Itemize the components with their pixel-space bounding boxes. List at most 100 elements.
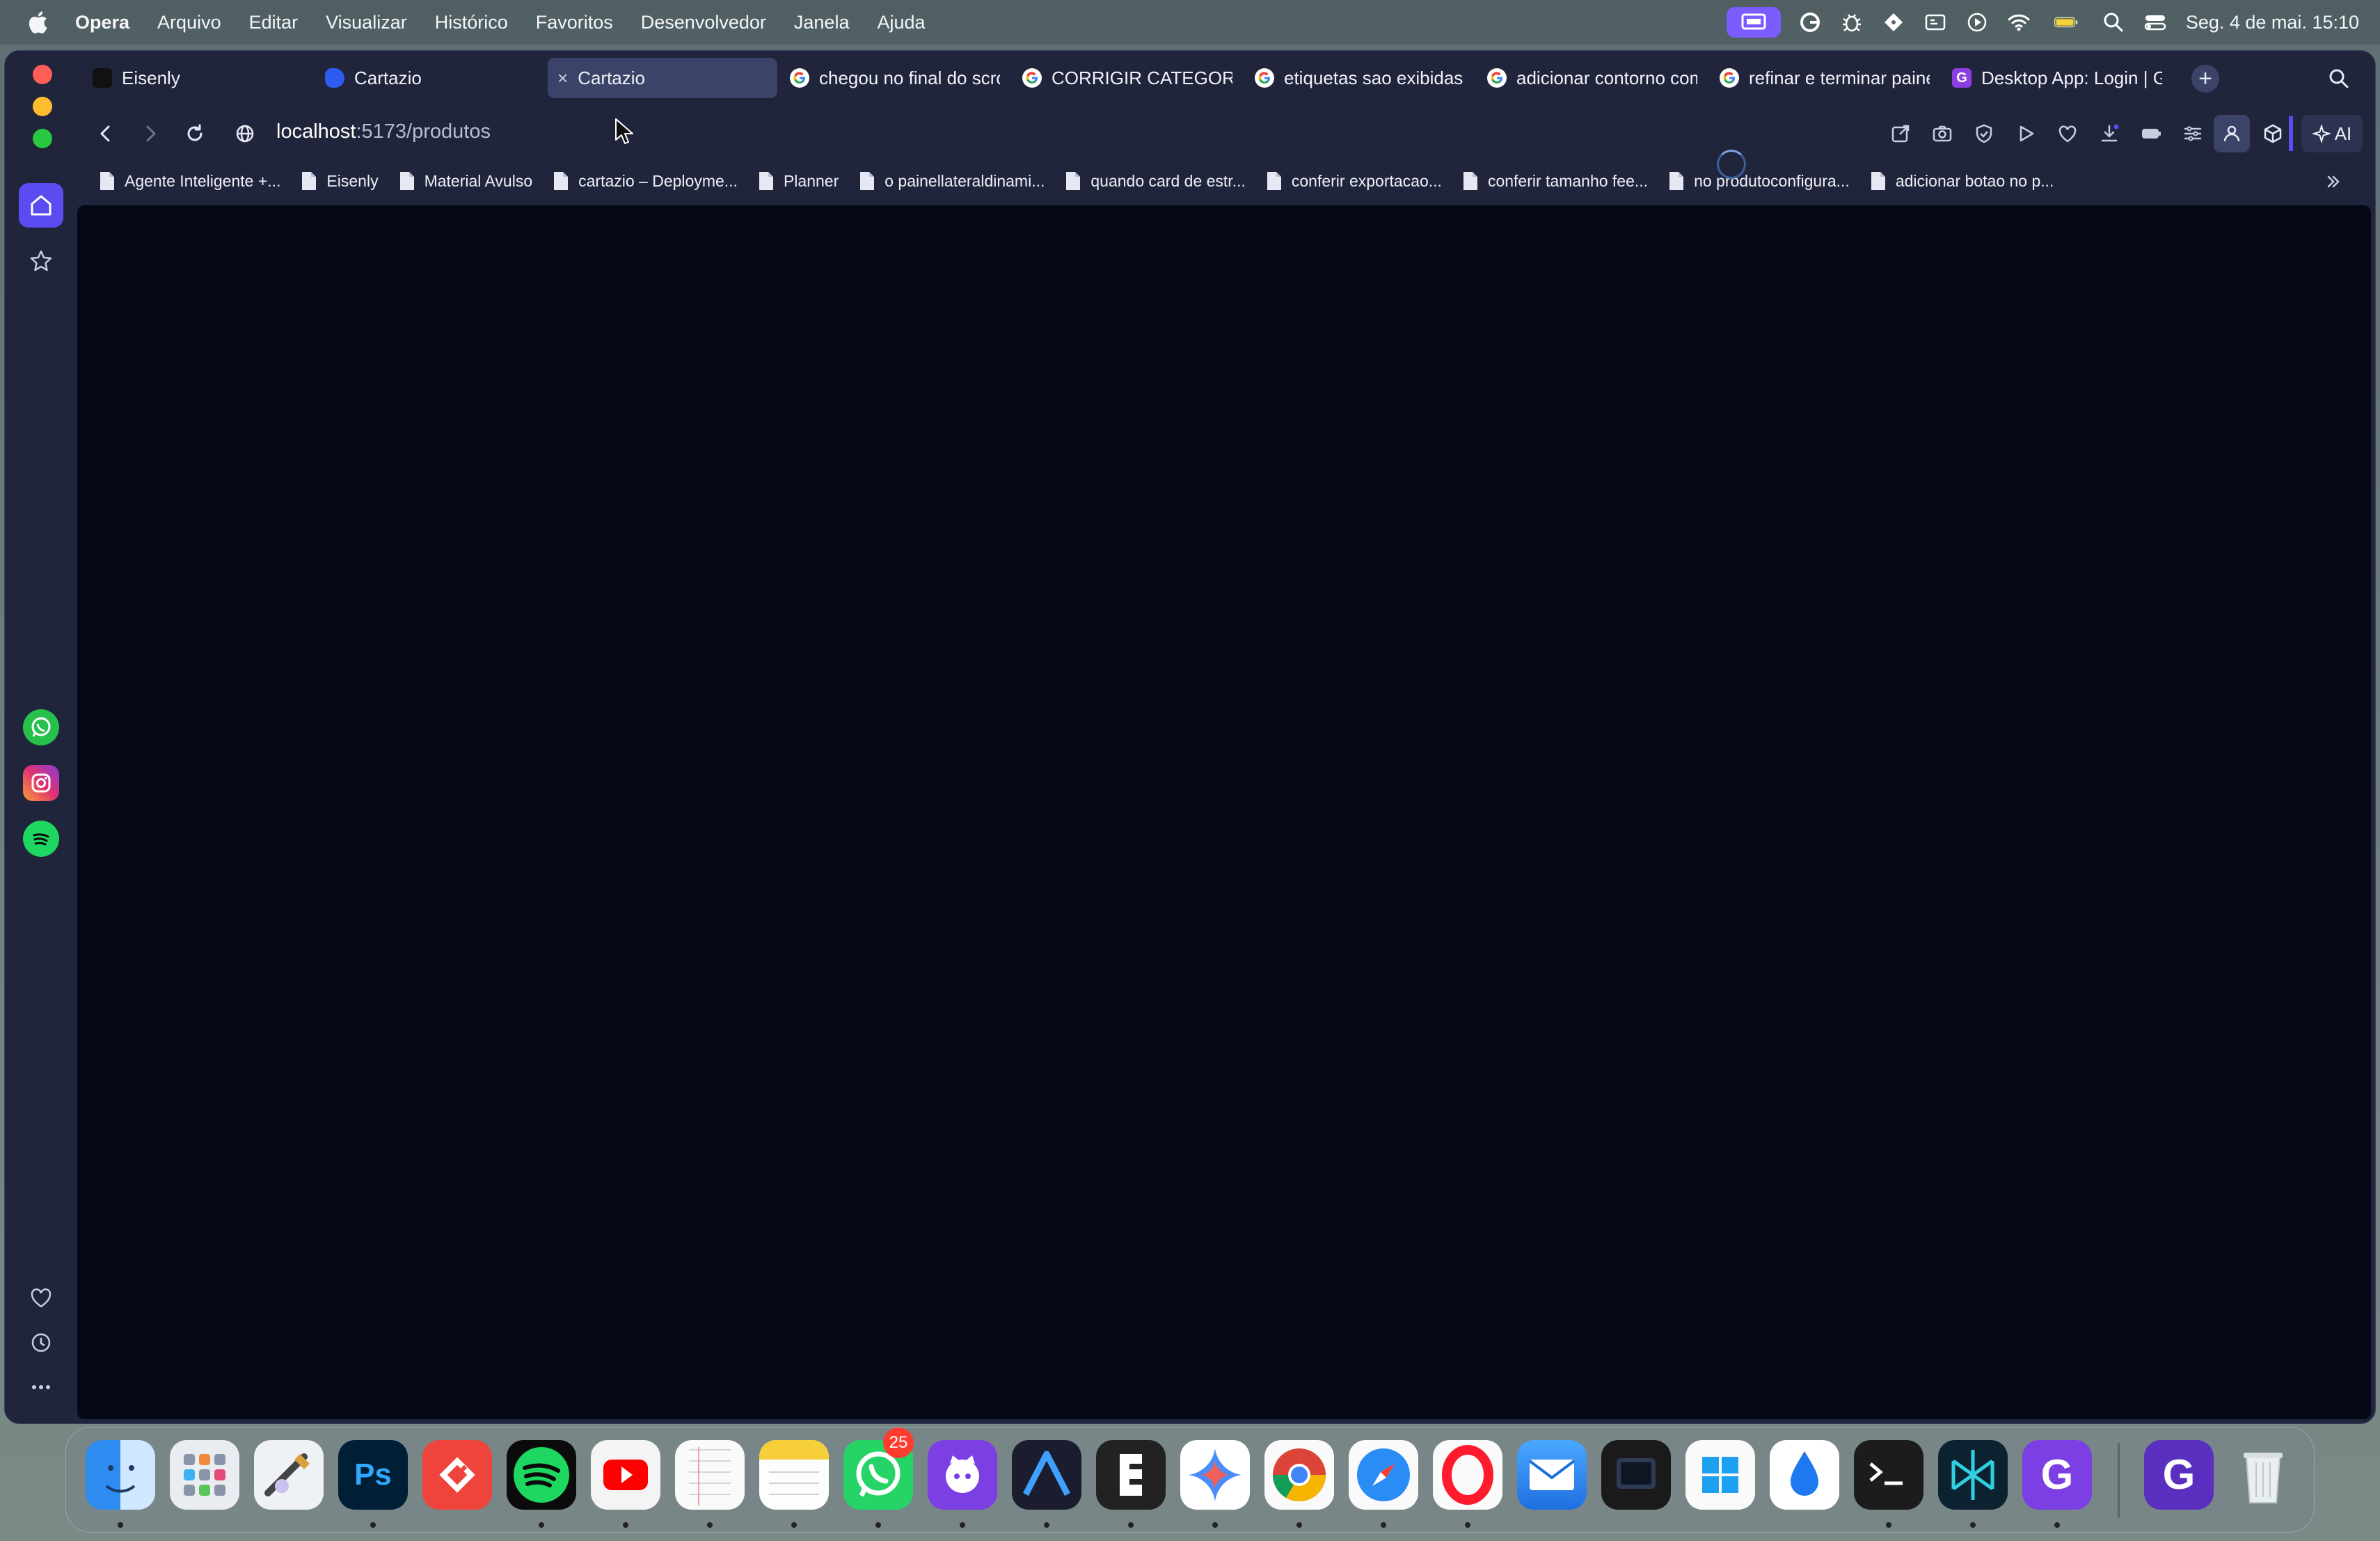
dock-rocket-typist-icon[interactable] — [254, 1440, 324, 1510]
bookmark-item[interactable]: Material Avulso — [399, 171, 532, 191]
menu-editar[interactable]: Editar — [235, 12, 312, 33]
dock-windows-app-icon[interactable] — [1685, 1440, 1755, 1510]
sidebar-spotify-button[interactable] — [23, 821, 59, 857]
site-info-button[interactable] — [226, 115, 264, 152]
dock-terminal-icon[interactable] — [1854, 1440, 1923, 1510]
player-button[interactable] — [2005, 115, 2047, 152]
easy-setup-button[interactable] — [2172, 115, 2214, 152]
url-field[interactable]: localhost:5173/produtos — [276, 120, 491, 143]
battery-icon[interactable] — [2040, 0, 2093, 45]
dock-finder-icon[interactable] — [86, 1440, 155, 1510]
battery-saver-button[interactable] — [2130, 115, 2172, 152]
bookmark-item[interactable]: conferir tamanho fee... — [1463, 171, 1648, 191]
bookmark-item[interactable]: o painellateraldinami... — [859, 171, 1045, 191]
aria-ai-button[interactable]: AI — [2301, 115, 2363, 152]
bookmark-item[interactable]: Agente Inteligente +... — [100, 171, 280, 191]
bookmark-item[interactable]: Eisenly — [301, 171, 379, 191]
bookmark-item[interactable]: quando card de estr... — [1065, 171, 1246, 191]
tab-search-button[interactable] — [2324, 63, 2354, 94]
window-zoom-button[interactable] — [33, 129, 52, 148]
window-minimize-button[interactable] — [33, 97, 52, 116]
tab-adicionar-contorno[interactable]: adicionar contorno com — [1477, 58, 1707, 98]
bookmark-item[interactable]: Planner — [759, 171, 839, 191]
menu-visualizar[interactable]: Visualizar — [312, 12, 421, 33]
tab-refinar-painel[interactable]: refinar e terminar painell — [1710, 58, 1939, 98]
profile-button[interactable] — [2214, 115, 2250, 152]
menu-favoritos[interactable]: Favoritos — [522, 12, 627, 33]
tag-icon[interactable] — [1873, 0, 1914, 45]
dock-perplexity-icon[interactable] — [1938, 1440, 2008, 1510]
bookmark-label: Eisenly — [326, 171, 379, 190]
menu-ajuda[interactable]: Ajuda — [863, 12, 939, 33]
dock-glif-icon[interactable]: G — [2022, 1440, 2092, 1510]
sidebar-history-button[interactable] — [19, 1320, 63, 1365]
dock-safari-icon[interactable] — [1349, 1440, 1418, 1510]
downloads-button[interactable] — [2088, 115, 2130, 152]
menu-desenvolvedor[interactable]: Desenvolvedor — [627, 12, 780, 33]
sidebar-favorites-button[interactable] — [19, 1276, 63, 1320]
sidebar-whatsapp-button[interactable] — [23, 709, 59, 745]
screen-mirroring-icon[interactable] — [1726, 7, 1781, 38]
bookmark-item[interactable]: cartazio – Deployme... — [553, 171, 738, 191]
apple-menu-icon[interactable] — [0, 10, 75, 34]
sidebar-home-button[interactable] — [19, 183, 63, 228]
bug-icon[interactable] — [1831, 0, 1873, 45]
reload-button[interactable] — [176, 115, 214, 152]
tab-label: Desktop App: Login | Gli — [1981, 67, 2162, 88]
dock-capcut-icon[interactable] — [1096, 1440, 1166, 1510]
grammarly-icon[interactable] — [1789, 0, 1831, 45]
sidebar-more-button[interactable] — [19, 1365, 63, 1409]
dock-notes-icon[interactable] — [759, 1440, 829, 1510]
dock-affinity-icon[interactable] — [1012, 1440, 1081, 1510]
dock-glif-alt-icon[interactable]: G — [2144, 1440, 2214, 1510]
menu-arquivo[interactable]: Arquivo — [143, 12, 235, 33]
dock-spotify-icon[interactable] — [507, 1440, 576, 1510]
ad-blocker-button[interactable] — [1963, 115, 2005, 152]
window-close-button[interactable] — [33, 65, 52, 84]
tab-etiquetas[interactable]: etiquetas sao exibidas c — [1245, 58, 1475, 98]
tab-close-icon[interactable]: × — [557, 68, 568, 89]
tab-cartazio-active[interactable]: × Cartazio — [548, 58, 777, 98]
dock-drop-icon[interactable] — [1770, 1440, 1839, 1510]
tab-desktop-app-login[interactable]: G Desktop App: Login | Gli — [1942, 58, 2172, 98]
sidebar-instagram-button[interactable] — [23, 765, 59, 801]
dock-mail-icon[interactable] — [1517, 1440, 1587, 1510]
bookmark-item[interactable]: no produtoconfigura... — [1669, 171, 1850, 191]
snapshot-button[interactable] — [1921, 115, 1963, 152]
menu-app-opera[interactable]: Opera — [75, 12, 143, 33]
tab-cartazio[interactable]: Cartazio — [315, 58, 545, 98]
dock-trash-icon[interactable] — [2228, 1440, 2298, 1510]
display-icon[interactable] — [1914, 0, 1956, 45]
back-button[interactable] — [87, 115, 125, 152]
dock-youtube-icon[interactable] — [591, 1440, 660, 1510]
dock-opera-icon[interactable] — [1433, 1440, 1502, 1510]
dock-chrome-icon[interactable] — [1264, 1440, 1334, 1510]
send-to-button[interactable] — [1880, 115, 1921, 152]
menu-historico[interactable]: Histórico — [421, 12, 522, 33]
dock-github-desktop-icon[interactable] — [928, 1440, 997, 1510]
tab-corrigir-categorias[interactable]: CORRIGIR CATEGORIAS — [1013, 58, 1242, 98]
dock-anydesk-icon[interactable] — [422, 1440, 492, 1510]
forward-button[interactable] — [132, 115, 169, 152]
bookmark-item[interactable]: conferir exportacao... — [1267, 171, 1442, 191]
new-tab-button[interactable]: + — [2191, 65, 2219, 93]
control-center-icon[interactable] — [2134, 0, 2176, 45]
bookmarks-overflow-button[interactable] — [2319, 168, 2347, 196]
tab-chegou-no-final[interactable]: chegou no final do scroll — [780, 58, 1010, 98]
play-circle-icon[interactable] — [1956, 0, 1998, 45]
bookmark-item[interactable]: adicionar botao no p... — [1871, 171, 2054, 191]
extensions-button[interactable] — [2257, 116, 2293, 151]
wifi-icon[interactable] — [1998, 0, 2040, 45]
menu-bar-clock[interactable]: Seg. 4 de mai. 15:10 — [2176, 12, 2359, 33]
dock-notes-grid-icon[interactable] — [675, 1440, 745, 1510]
dock-photoshop-icon[interactable]: Ps — [338, 1440, 408, 1510]
my-flow-button[interactable] — [2047, 115, 2088, 152]
spotlight-search-icon[interactable] — [2093, 0, 2134, 45]
dock-gemini-icon[interactable] — [1180, 1440, 1250, 1510]
dock-dark-app-icon[interactable] — [1601, 1440, 1671, 1510]
menu-janela[interactable]: Janela — [780, 12, 864, 33]
page-content-area[interactable] — [77, 205, 2371, 1419]
sidebar-pinboards-button[interactable] — [19, 239, 63, 283]
dock-launchpad-icon[interactable] — [170, 1440, 239, 1510]
tab-eisenly[interactable]: Eisenly — [83, 58, 312, 98]
